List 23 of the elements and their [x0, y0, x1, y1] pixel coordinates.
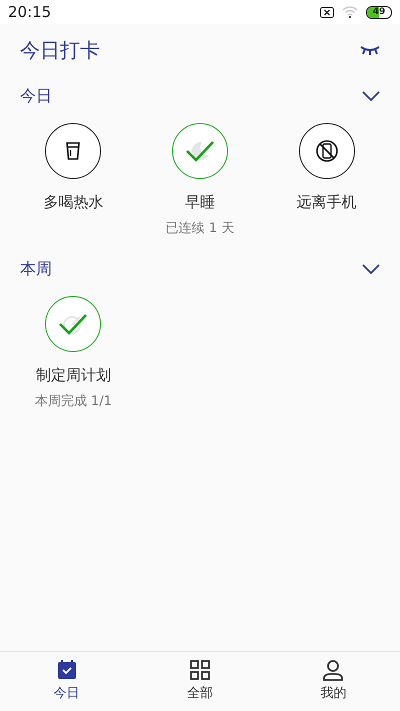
tab[interactable]: 全部 — [133, 652, 267, 711]
habit-name: 制定周计划 — [36, 365, 111, 386]
closed-eye-icon[interactable] — [360, 44, 380, 54]
habit-streak: 已连续 1 天 — [166, 220, 234, 238]
chevron-icon[interactable] — [362, 91, 380, 101]
no-phone-icon — [314, 139, 339, 163]
habit-streak: 本周完成 1/1 — [34, 392, 112, 410]
battery-icon: 49 — [366, 6, 392, 18]
tab[interactable]: 今日 — [0, 652, 134, 711]
wifi-icon — [342, 6, 358, 18]
habit-name: 远离手机 — [296, 192, 357, 213]
habit-name: 早睡 — [184, 192, 215, 213]
calendar-icon — [56, 659, 78, 682]
chevron-icon[interactable] — [362, 264, 380, 274]
status-time: 20:15 — [8, 2, 52, 23]
page-title: 今日打卡 — [20, 36, 100, 64]
person-icon — [322, 659, 344, 682]
section-title: 本周 — [20, 258, 52, 280]
section-title: 今日 — [20, 85, 52, 107]
sim-icon — [320, 6, 334, 18]
tab[interactable]: 我的 — [266, 652, 400, 711]
habit-name: 多喝热水 — [43, 192, 104, 213]
grid-icon — [188, 659, 211, 682]
